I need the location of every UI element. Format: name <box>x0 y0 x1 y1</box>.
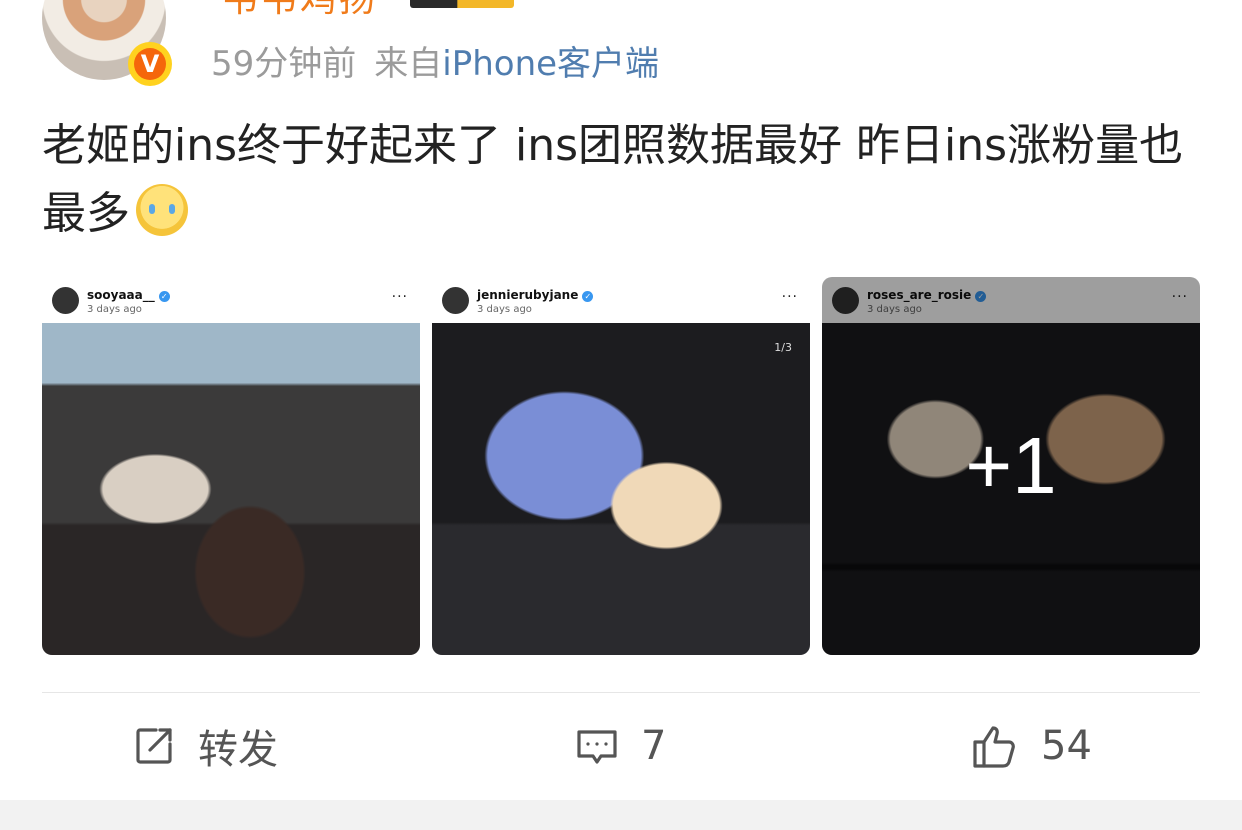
ig-avatar <box>442 287 469 314</box>
ig-username: sooyaaa__ ✓ <box>87 288 170 302</box>
repost-button[interactable]: 转发 <box>132 720 278 773</box>
author-name[interactable]: 韦韦鸡扬 <box>222 0 378 22</box>
image-tile-2[interactable]: jennierubyjane ✓ 3 days ago ··· 1/3 <box>432 277 810 655</box>
comment-icon <box>575 724 619 768</box>
post-meta: 59分钟前 来自iPhone客户端 <box>211 36 659 85</box>
ig-header: jennierubyjane ✓ 3 days ago ··· <box>432 277 810 323</box>
ig-header: sooyaaa__ ✓ 3 days ago ··· <box>42 277 420 323</box>
v-badge-icon: V <box>134 48 166 80</box>
ig-time: 3 days ago <box>87 304 142 315</box>
ig-username: jennierubyjane ✓ <box>477 288 594 302</box>
comment-button[interactable]: 7 <box>575 720 666 772</box>
like-button[interactable]: 54 <box>971 720 1092 772</box>
ig-more-icon: ··· <box>391 289 408 305</box>
ig-avatar <box>52 287 79 314</box>
source-prefix: 来自 <box>374 44 443 84</box>
verified-badge: V <box>128 42 172 86</box>
ig-time: 3 days ago <box>477 304 532 315</box>
post-time: 59分钟前 <box>211 44 357 84</box>
like-count: 54 <box>1041 723 1092 769</box>
image-tile-1[interactable]: sooyaaa__ ✓ 3 days ago ··· <box>42 277 420 655</box>
vip-badge-icon <box>410 0 514 8</box>
repost-label: 转发 <box>198 727 278 773</box>
image-grid: sooyaaa__ ✓ 3 days ago ··· jennierubyjane… <box>42 277 1200 655</box>
repost-icon <box>132 724 176 768</box>
ig-more-icon: ··· <box>781 289 798 305</box>
more-images-count[interactable]: +1 <box>822 277 1200 655</box>
image-tile-3[interactable]: roses_are_rosie ✓ 3 days ago ··· +1 <box>822 277 1200 655</box>
crying-emoji-icon <box>136 184 188 236</box>
ig-verified-icon: ✓ <box>158 291 170 302</box>
divider <box>42 692 1200 693</box>
bottom-separator <box>0 800 1242 830</box>
source-client-link[interactable]: iPhone客户端 <box>442 44 659 84</box>
carousel-page-indicator: 1/3 <box>774 341 792 354</box>
post-text-body: 老姬的ins终于好起来了 ins团照数据最好 昨日ins涨粉量也最多 <box>42 120 1184 239</box>
photo <box>432 323 810 655</box>
photo <box>42 323 420 655</box>
ig-verified-icon: ✓ <box>582 291 594 302</box>
thumbs-up-icon <box>971 722 1019 770</box>
comment-count: 7 <box>641 723 667 769</box>
post-text: 老姬的ins终于好起来了 ins团照数据最好 昨日ins涨粉量也最多 <box>42 112 1202 248</box>
